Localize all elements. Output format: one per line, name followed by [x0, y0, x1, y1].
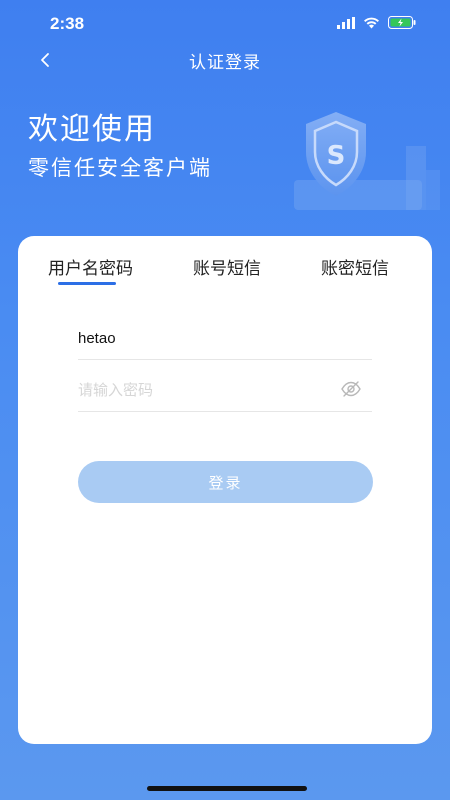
- nav-bar: 认证登录: [0, 44, 450, 78]
- status-bar: 2:38: [0, 0, 450, 46]
- password-input[interactable]: [78, 378, 328, 402]
- login-button[interactable]: 登录: [78, 461, 373, 503]
- username-field: [78, 320, 372, 360]
- username-input[interactable]: [78, 326, 372, 350]
- tab-username-password[interactable]: 用户名密码: [48, 254, 133, 279]
- status-icons: [337, 16, 416, 29]
- tab-account-password-sms[interactable]: 账密短信: [321, 254, 389, 279]
- page-title: 认证登录: [189, 53, 261, 73]
- signal-icon: [337, 16, 355, 29]
- status-time: 2:38: [50, 14, 85, 33]
- hero-subtitle: 零信任安全客户端: [28, 156, 212, 180]
- login-card: 用户名密码 账号短信 账密短信 登录: [18, 236, 432, 744]
- hero-title: 欢迎使用: [28, 112, 156, 147]
- wifi-icon: [364, 17, 379, 28]
- home-indicator: [147, 786, 307, 791]
- login-tabs: 用户名密码 账号短信 账密短信: [18, 236, 432, 292]
- shield-illustration-icon: S: [294, 112, 440, 210]
- eye-off-icon[interactable]: [340, 380, 362, 398]
- shield-letter: S: [327, 141, 346, 171]
- battery-charging-icon: [388, 16, 416, 29]
- active-tab-indicator: [58, 282, 116, 285]
- tab-account-sms[interactable]: 账号短信: [193, 254, 261, 279]
- password-field: [78, 372, 372, 412]
